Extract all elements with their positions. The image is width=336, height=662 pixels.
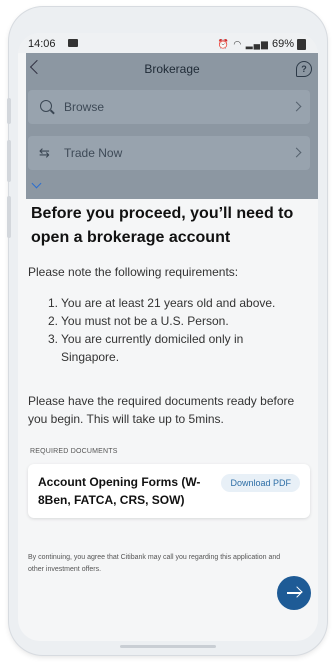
continue-button[interactable]	[277, 576, 311, 610]
document-title: Account Opening Forms (W-8Ben, FATCA, CR…	[38, 475, 201, 507]
battery-text: 69%	[271, 38, 294, 50]
nav-bar: Brokerage ?	[26, 53, 318, 85]
download-pdf-button[interactable]: Download PDF	[221, 474, 300, 492]
menu-item-browse[interactable]: Browse	[28, 90, 310, 124]
power-button	[7, 196, 11, 238]
chevron-right-icon	[291, 101, 302, 112]
menu-item-trade-now[interactable]: ⇆ Trade Now	[28, 136, 310, 170]
status-bar: 14:06 ⏰ ◠ ▂▄▆ 69%	[18, 33, 318, 53]
menu-label: Browse	[64, 100, 105, 114]
nav-title: Brokerage	[144, 62, 200, 76]
collapse-chevron-icon[interactable]	[31, 178, 42, 189]
volume-button-2	[7, 140, 11, 182]
section-label: REQUIRED DOCUMENTS	[30, 448, 118, 455]
document-card: Account Opening Forms (W-8Ben, FATCA, CR…	[28, 464, 310, 518]
menu-label: Trade Now	[64, 146, 123, 160]
documents-note: Please have the required documents ready…	[28, 394, 295, 426]
requirements-intro: Please note the following requirements:	[28, 265, 239, 279]
status-time: 14:06	[28, 38, 56, 50]
status-right: ⏰ ◠ ▂▄▆ 69%	[218, 38, 306, 50]
search-icon	[40, 100, 52, 112]
battery-icon	[297, 38, 306, 50]
list-item: 2. You must not be a U.S. Person.	[48, 314, 229, 328]
requirements-list: 1. You are at least 21 years old and abov…	[48, 294, 298, 366]
home-indicator	[120, 645, 216, 648]
chevron-right-icon	[291, 147, 302, 158]
trade-arrows-icon: ⇆	[39, 145, 50, 160]
arrow-right-icon	[287, 592, 301, 594]
list-item: 3. You are currently domiciled only in Si…	[48, 332, 244, 364]
help-icon[interactable]: ?	[296, 61, 312, 77]
consent-footer: By continuing, you agree that Citibank m…	[28, 554, 281, 573]
gallery-icon	[68, 39, 78, 47]
signal-icons: ⏰ ◠ ▂▄▆	[217, 38, 269, 49]
bottom-sheet: Before you proceed, you’ll need to open …	[18, 170, 318, 640]
sheet-heading: Before you proceed, you’ll need to open …	[31, 205, 294, 246]
list-item: 1. You are at least 21 years old and abov…	[48, 296, 276, 310]
volume-button	[7, 98, 11, 124]
